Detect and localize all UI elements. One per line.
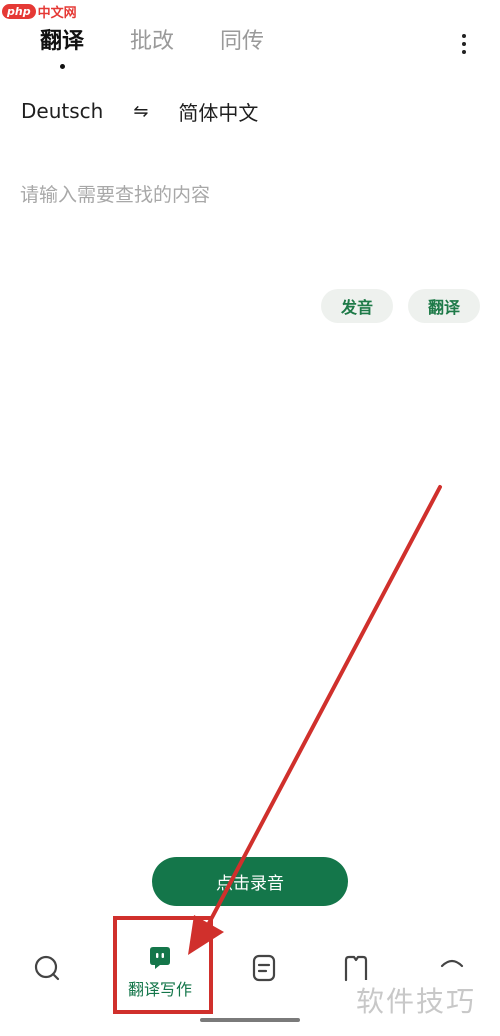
search-icon bbox=[34, 955, 60, 981]
profile-icon bbox=[440, 959, 464, 968]
swap-languages-icon[interactable]: ⇋ bbox=[133, 101, 148, 122]
watermark-site: 中文网 bbox=[37, 5, 77, 21]
tab-correct[interactable]: 批改 bbox=[130, 26, 174, 58]
more-vert-icon[interactable] bbox=[452, 30, 476, 58]
language-selector: Deutsch ⇋ 简体中文 bbox=[21, 95, 258, 127]
search-input[interactable]: 请输入需要查找的内容 bbox=[20, 180, 210, 207]
annotation-highlight-box bbox=[113, 916, 213, 1014]
home-indicator bbox=[200, 1018, 300, 1022]
speak-button[interactable]: 发音 bbox=[321, 289, 393, 323]
translate-button[interactable]: 翻译 bbox=[408, 289, 480, 323]
book-icon bbox=[344, 955, 368, 982]
tab-simultaneous[interactable]: 同传 bbox=[220, 26, 264, 58]
watermark-badge: php bbox=[2, 3, 36, 19]
nav-notes[interactable] bbox=[244, 940, 284, 1010]
source-language[interactable]: Deutsch bbox=[21, 99, 103, 123]
note-icon bbox=[252, 954, 276, 982]
top-tabs: 翻译 批改 同传 bbox=[40, 26, 264, 69]
watermark-corner-text: 软件技巧 bbox=[356, 985, 477, 1018]
record-button[interactable]: 点击录音 bbox=[152, 857, 348, 906]
nav-search[interactable] bbox=[26, 940, 68, 1010]
target-language[interactable]: 简体中文 bbox=[178, 97, 258, 126]
tab-translate[interactable]: 翻译 bbox=[40, 26, 84, 69]
watermark-logo: php 中文网 bbox=[2, 0, 77, 22]
